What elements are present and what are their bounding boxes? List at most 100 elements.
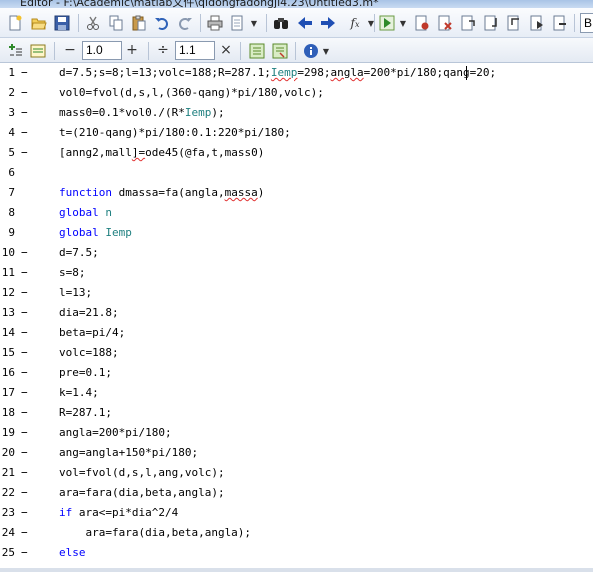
chevron-down-icon[interactable]: ▼ bbox=[248, 14, 260, 32]
undo-button[interactable] bbox=[153, 14, 171, 32]
code-line[interactable]: 23− if ara<=pi*dia^2/4 bbox=[0, 503, 593, 523]
code-text[interactable]: function dmassa=fa(angla,massa) bbox=[59, 183, 264, 203]
breakpoint-marker[interactable]: − bbox=[21, 263, 28, 283]
print-button[interactable] bbox=[206, 14, 224, 32]
breakpoint-marker[interactable]: − bbox=[21, 423, 28, 443]
breakpoint-marker[interactable]: − bbox=[21, 543, 28, 563]
function-browser-button[interactable]: fx bbox=[343, 14, 367, 32]
code-text[interactable]: global n bbox=[59, 203, 112, 223]
breakpoint-marker[interactable]: − bbox=[21, 143, 28, 163]
code-text[interactable]: s=8; bbox=[59, 263, 86, 283]
evaluate-cell-button[interactable] bbox=[29, 42, 47, 60]
open-file-button[interactable] bbox=[30, 14, 48, 32]
code-text[interactable]: ara=fara(dia,beta,angla); bbox=[59, 523, 251, 543]
code-text[interactable]: ang=angla+150*pi/180; bbox=[59, 443, 198, 463]
code-text[interactable]: t=(210-qang)*pi/180:0.1:220*pi/180; bbox=[59, 123, 291, 143]
chevron-down-icon[interactable]: ▼ bbox=[321, 42, 331, 60]
code-editor[interactable]: 1− d=7.5;s=8;l=13;volc=188;R=287.1;Iemp=2… bbox=[0, 63, 593, 572]
code-text[interactable]: pre=0.1; bbox=[59, 363, 112, 383]
step-out-button[interactable] bbox=[505, 14, 523, 32]
scale-value-field[interactable]: 1.1 bbox=[175, 41, 215, 60]
breakpoint-marker[interactable]: − bbox=[21, 363, 28, 383]
paste-button[interactable] bbox=[130, 14, 148, 32]
step-in-button[interactable] bbox=[482, 14, 500, 32]
breakpoint-marker[interactable]: − bbox=[21, 303, 28, 323]
code-line[interactable]: 21− vol=fvol(d,s,l,ang,volc); bbox=[0, 463, 593, 483]
save-button[interactable] bbox=[53, 14, 71, 32]
step-button[interactable] bbox=[459, 14, 477, 32]
run-button[interactable] bbox=[378, 14, 396, 32]
code-text[interactable]: vol=fvol(d,s,l,ang,volc); bbox=[59, 463, 225, 483]
code-text[interactable]: vol0=fvol(d,s,l,(360-qang)*pi/180,volc); bbox=[59, 83, 324, 103]
document-button[interactable] bbox=[228, 14, 246, 32]
divide-button[interactable]: ÷ bbox=[155, 41, 171, 60]
code-text[interactable]: if ara<=pi*dia^2/4 bbox=[59, 503, 178, 523]
cut-button[interactable] bbox=[84, 14, 102, 32]
code-line[interactable]: 5− [anng2,mall]=ode45(@fa,t,mass0) bbox=[0, 143, 593, 163]
code-line[interactable]: 25− else bbox=[0, 543, 593, 563]
insert-cell-button[interactable] bbox=[6, 42, 24, 60]
breakpoint-marker[interactable]: − bbox=[21, 323, 28, 343]
code-text[interactable]: angla=200*pi/180; bbox=[59, 423, 172, 443]
code-text[interactable]: [anng2,mall]=ode45(@fa,t,mass0) bbox=[59, 143, 264, 163]
find-button[interactable] bbox=[272, 14, 290, 32]
code-line[interactable]: 17− k=1.4; bbox=[0, 383, 593, 403]
code-line[interactable]: 22− ara=fara(dia,beta,angla); bbox=[0, 483, 593, 503]
breakpoint-marker[interactable]: − bbox=[21, 383, 28, 403]
code-line[interactable]: 12− l=13; bbox=[0, 283, 593, 303]
code-line[interactable]: 4− t=(210-qang)*pi/180:0.1:220*pi/180; bbox=[0, 123, 593, 143]
code-line[interactable]: 11− s=8; bbox=[0, 263, 593, 283]
code-line[interactable]: 8 global n bbox=[0, 203, 593, 223]
code-text[interactable]: l=13; bbox=[59, 283, 92, 303]
code-text[interactable]: ara=fara(dia,beta,angla); bbox=[59, 483, 225, 503]
forward-button[interactable] bbox=[319, 14, 337, 32]
eval-file-button[interactable] bbox=[271, 42, 289, 60]
code-text[interactable]: global Iemp bbox=[59, 223, 132, 243]
code-text[interactable]: volc=188; bbox=[59, 343, 119, 363]
breakpoint-marker[interactable]: − bbox=[21, 483, 28, 503]
increment-button[interactable]: + bbox=[124, 41, 140, 60]
code-text[interactable]: dia=21.8; bbox=[59, 303, 119, 323]
exit-debug-button[interactable] bbox=[551, 14, 569, 32]
continue-button[interactable] bbox=[528, 14, 546, 32]
breakpoint-marker[interactable]: − bbox=[21, 523, 28, 543]
code-line[interactable]: 14− beta=pi/4; bbox=[0, 323, 593, 343]
code-text[interactable]: d=7.5; bbox=[59, 243, 99, 263]
code-text[interactable]: else bbox=[59, 543, 86, 563]
multiply-button[interactable]: × bbox=[218, 41, 234, 60]
code-line[interactable]: 1− d=7.5;s=8;l=13;volc=188;R=287.1;Iemp=2… bbox=[0, 63, 593, 83]
code-line[interactable]: 9 global Iemp bbox=[0, 223, 593, 243]
code-text[interactable]: R=287.1; bbox=[59, 403, 112, 423]
code-line[interactable]: 24− ara=fara(dia,beta,angla); bbox=[0, 523, 593, 543]
code-text[interactable]: d=7.5;s=8;l=13;volc=188;R=287.1;Iemp=298… bbox=[59, 63, 496, 83]
chevron-down-icon[interactable]: ▼ bbox=[398, 14, 408, 32]
code-text[interactable]: mass0=0.1*vol0./(R*Iemp); bbox=[59, 103, 225, 123]
breakpoint-marker[interactable]: − bbox=[21, 63, 28, 83]
horizontal-scrollbar[interactable] bbox=[0, 568, 593, 572]
code-line[interactable]: 18− R=287.1; bbox=[0, 403, 593, 423]
breakpoint-marker[interactable]: − bbox=[21, 403, 28, 423]
set-breakpoint-button[interactable] bbox=[413, 14, 431, 32]
redo-button[interactable] bbox=[176, 14, 194, 32]
eval-advance-button[interactable] bbox=[248, 42, 266, 60]
decrement-button[interactable]: − bbox=[62, 41, 78, 60]
code-line[interactable]: 20− ang=angla+150*pi/180; bbox=[0, 443, 593, 463]
code-line[interactable]: 13− dia=21.8; bbox=[0, 303, 593, 323]
code-line[interactable]: 7 function dmassa=fa(angla,massa) bbox=[0, 183, 593, 203]
new-file-button[interactable] bbox=[6, 14, 24, 32]
help-button[interactable] bbox=[302, 42, 320, 60]
breakpoint-marker[interactable]: − bbox=[21, 283, 28, 303]
code-line[interactable]: 15− volc=188; bbox=[0, 343, 593, 363]
code-text[interactable]: k=1.4; bbox=[59, 383, 99, 403]
breakpoint-marker[interactable]: − bbox=[21, 243, 28, 263]
increment-value-field[interactable]: 1.0 bbox=[82, 41, 122, 60]
clear-breakpoints-button[interactable] bbox=[436, 14, 454, 32]
code-line[interactable]: 3− mass0=0.1*vol0./(R*Iemp); bbox=[0, 103, 593, 123]
breakpoint-marker[interactable]: − bbox=[21, 503, 28, 523]
code-line[interactable]: 16− pre=0.1; bbox=[0, 363, 593, 383]
breakpoint-marker[interactable]: − bbox=[21, 123, 28, 143]
copy-button[interactable] bbox=[107, 14, 125, 32]
code-line[interactable]: 2− vol0=fvol(d,s,l,(360-qang)*pi/180,volc… bbox=[0, 83, 593, 103]
back-button[interactable] bbox=[296, 14, 314, 32]
breakpoint-marker[interactable]: − bbox=[21, 443, 28, 463]
